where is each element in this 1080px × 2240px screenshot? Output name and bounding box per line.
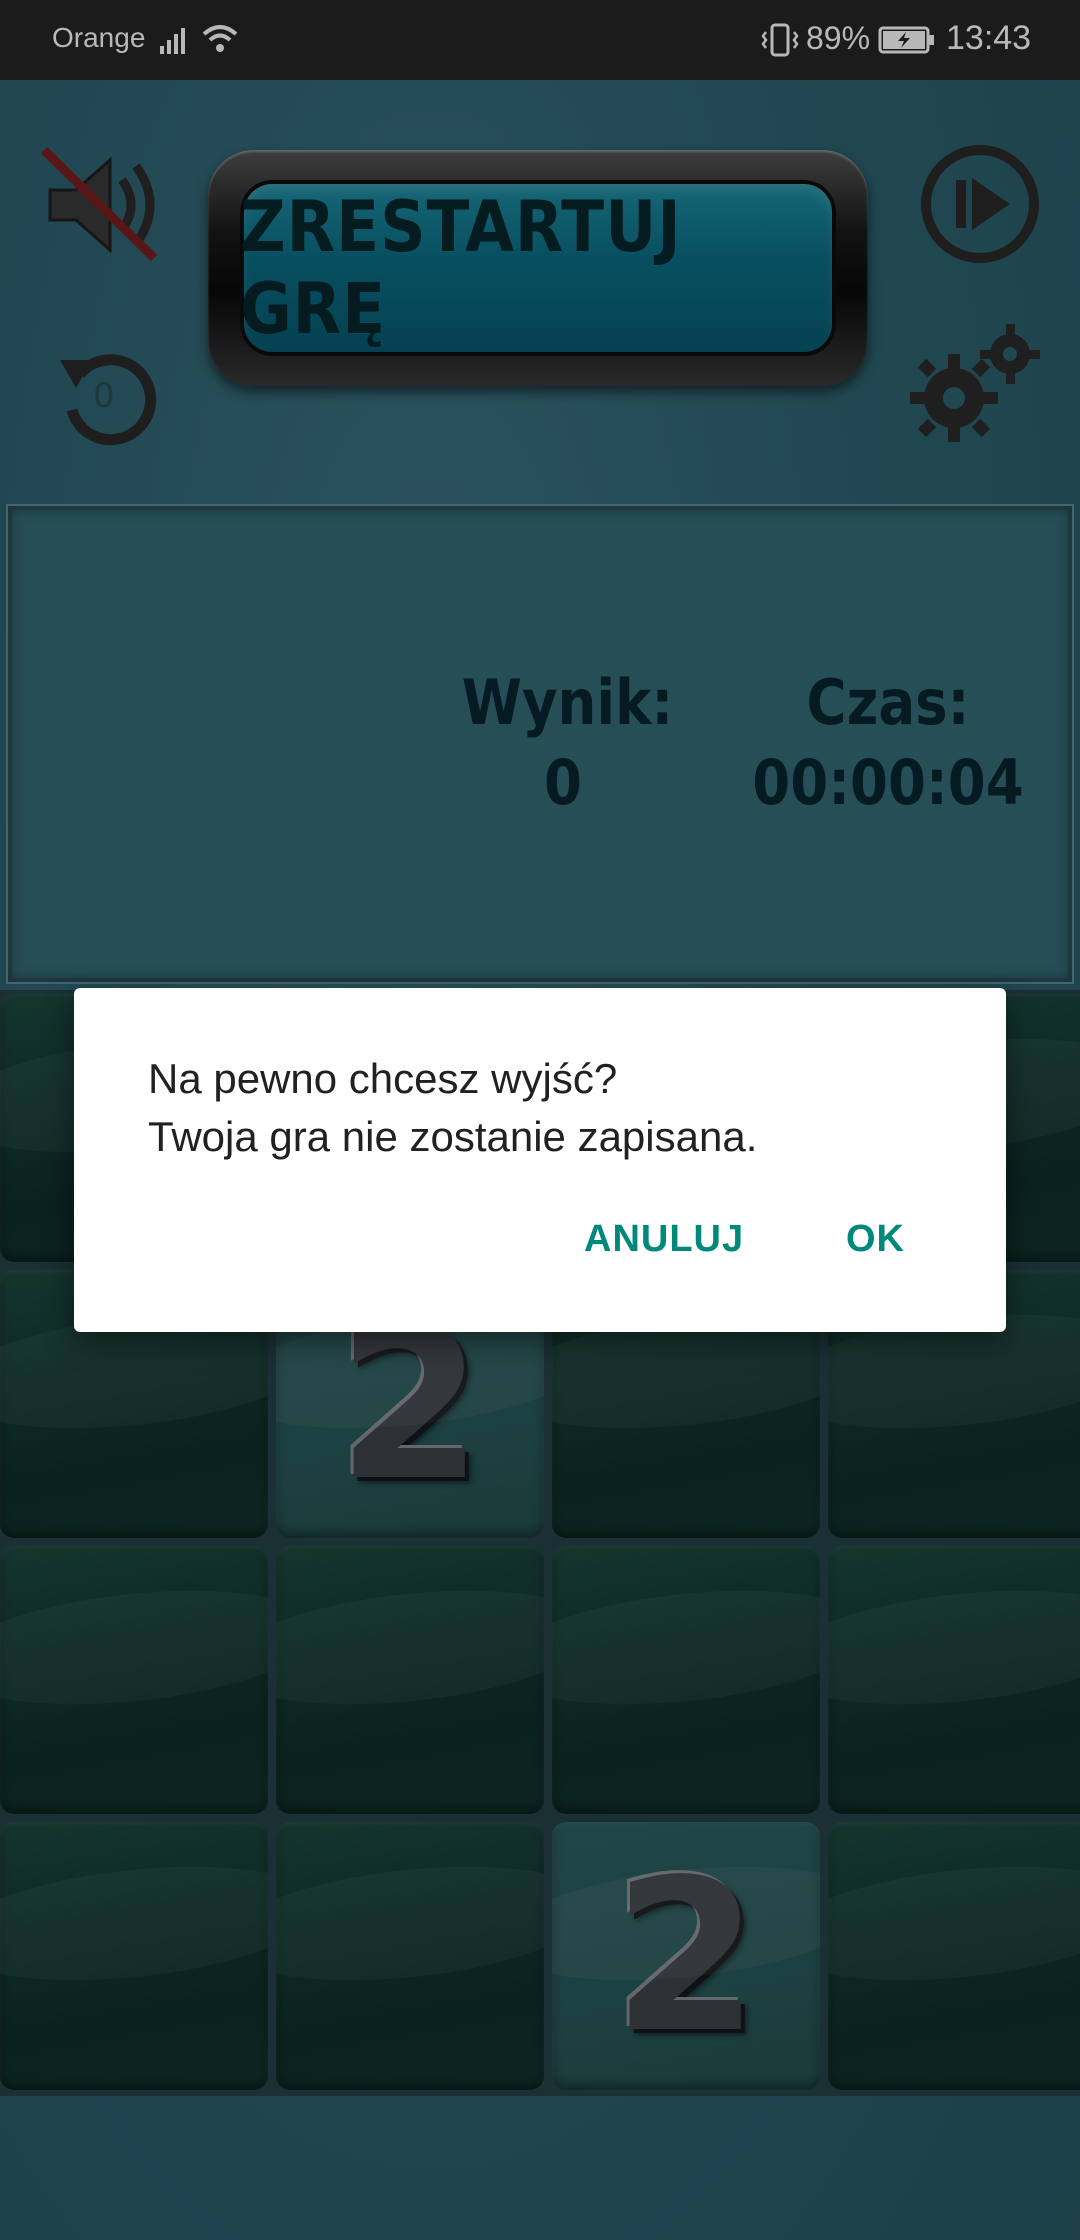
dialog-message-line2: Twoja gra nie zostanie zapisana. xyxy=(148,1113,758,1160)
ok-button[interactable]: OK xyxy=(846,1218,905,1261)
cancel-button[interactable]: ANULUJ xyxy=(584,1218,744,1261)
dialog-message-line1: Na pewno chcesz wyjść? xyxy=(148,1055,618,1102)
dialog-message: Na pewno chcesz wyjść? Twoja gra nie zos… xyxy=(148,1050,948,1166)
exit-confirm-dialog: Na pewno chcesz wyjść? Twoja gra nie zos… xyxy=(74,988,1006,1332)
